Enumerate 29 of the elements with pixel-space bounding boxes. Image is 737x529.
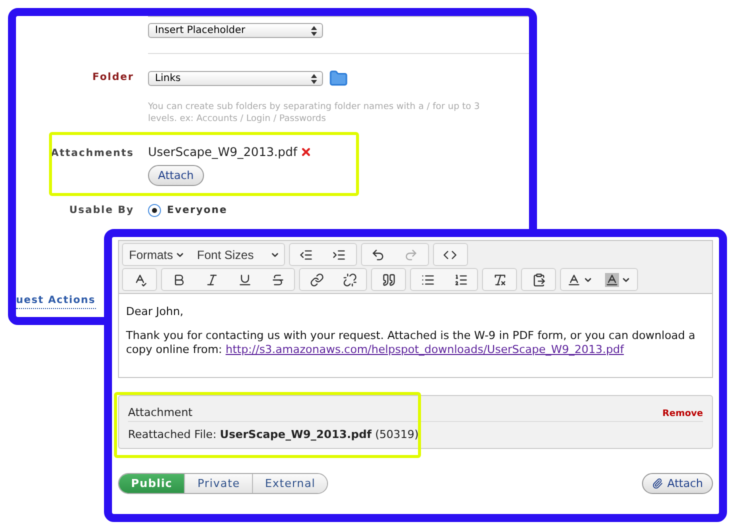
folder-label: Folder bbox=[92, 71, 134, 83]
folder-select[interactable]: Links bbox=[148, 71, 323, 86]
message-paragraph: Thank you for contacting us with your request. Attached is the W-9 in PDF form, or you can download a copy online from: http://s3.amazonaws.com/helpspot_downloads/UserScape_W9_2013.pdf bbox=[126, 329, 696, 357]
editor-body[interactable]: Dear John, Thank you for contacting us with your request. Attached is the W-9 in PDF form, or you can download a copy online from: http://s3.amazonaws.com/helpspot_downloads/UserScape_W9_2013.pdf bbox=[119, 294, 712, 377]
visibility-tab[interactable]: Private bbox=[185, 474, 253, 493]
folder-help-text: You can create sub folders by separating folder names with a / for up to 3 levels. ex: Accounts / Login / Passwords bbox=[148, 101, 481, 125]
section-link[interactable]: uest Actions bbox=[16, 295, 96, 309]
font-sizes-dropdown[interactable]: Font Sizes bbox=[191, 244, 284, 265]
greeting-text: Dear John, bbox=[126, 305, 184, 319]
attach-button[interactable]: Attach bbox=[642, 473, 713, 494]
formats-dropdown[interactable]: Formats bbox=[123, 244, 192, 265]
paperclip-icon bbox=[652, 478, 664, 489]
radio-label: Everyone bbox=[167, 205, 228, 216]
highlight-color-icon bbox=[605, 272, 619, 286]
attachments-label: Attachments bbox=[50, 147, 134, 159]
delete-icon[interactable] bbox=[300, 146, 312, 158]
select-arrows-icon bbox=[311, 74, 317, 84]
attachment-title: Attachment bbox=[128, 406, 192, 419]
attach-button[interactable]: Attach bbox=[148, 165, 204, 186]
download-link[interactable]: http://s3.amazonaws.com/helpspot_downloads/UserScape_W9_2013.pdf bbox=[226, 343, 624, 356]
attachment-filename: UserScape_W9_2013.pdf bbox=[148, 145, 298, 159]
select-arrows-icon bbox=[311, 26, 317, 36]
text-color-icon bbox=[567, 272, 581, 286]
remove-link[interactable]: Remove bbox=[662, 409, 703, 419]
visibility-tab[interactable]: External bbox=[253, 474, 328, 493]
radio-button[interactable] bbox=[148, 204, 161, 217]
placeholder-select[interactable]: Insert Placeholder bbox=[148, 23, 323, 38]
reattached-file-text: Reattached File: UserScape_W9_2013.pdf (50319) bbox=[128, 427, 420, 441]
usable-by-label: Usable By bbox=[69, 204, 134, 216]
